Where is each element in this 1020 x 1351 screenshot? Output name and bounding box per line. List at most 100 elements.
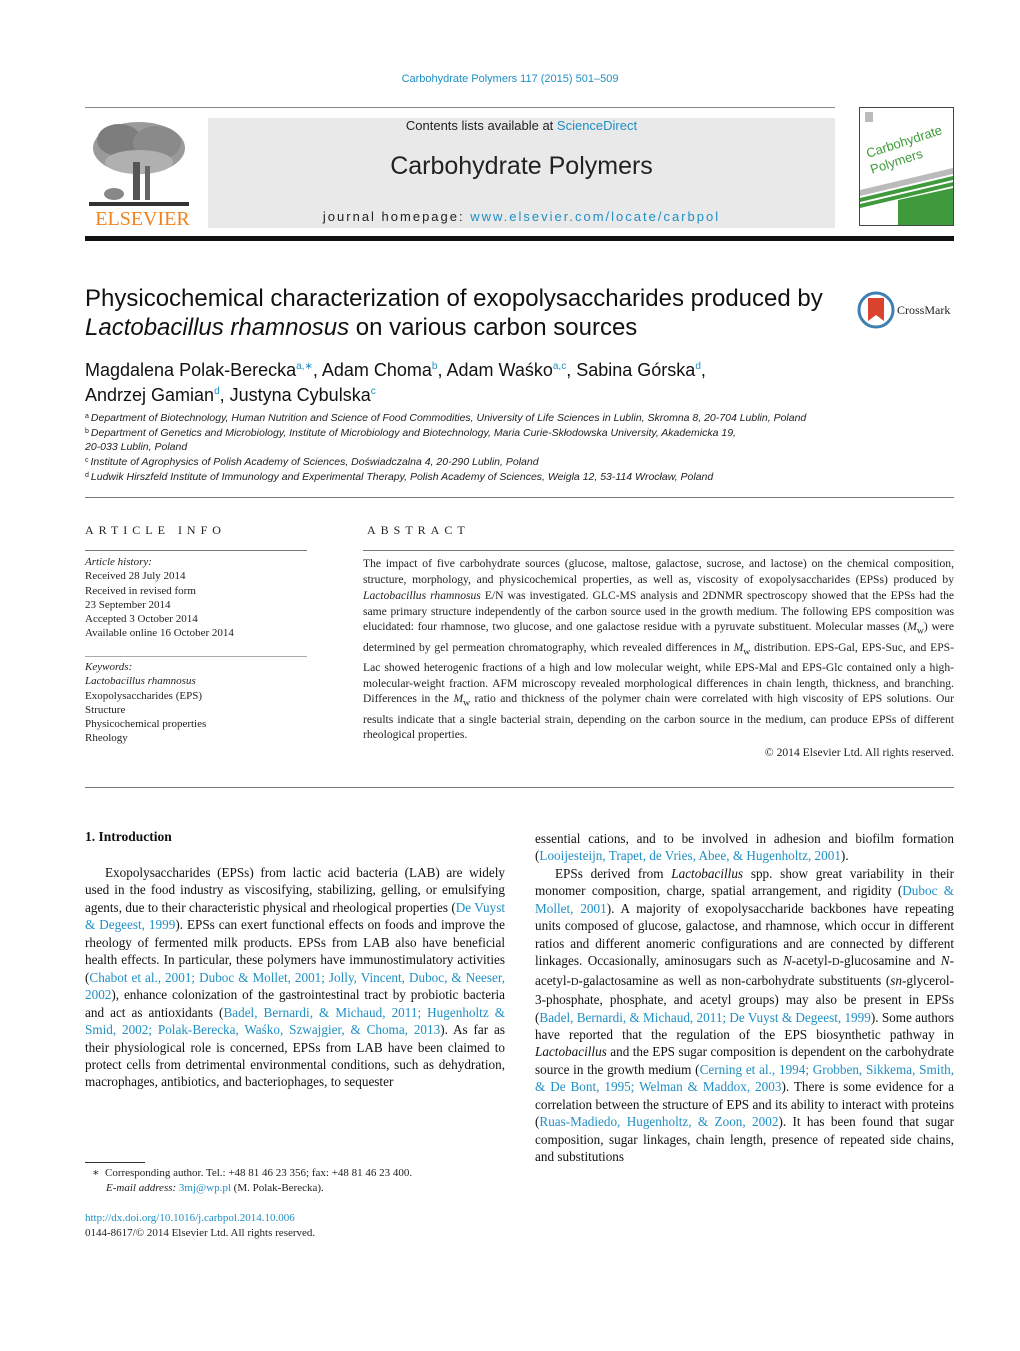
author-name: Justyna Cybulska [229, 385, 371, 405]
history-item: 23 September 2014 [85, 598, 171, 611]
mw-symbol: M [733, 640, 744, 654]
history-item: Accepted 3 October 2014 [85, 613, 198, 626]
author-name: Magdalena Polak-Berecka [85, 360, 297, 380]
title-line1: Physicochemical characterization of exop… [85, 285, 823, 312]
italic-term: Lactobacillus [535, 1044, 607, 1060]
article-title: Physicochemical characterization of exop… [85, 284, 845, 342]
affiliation-text: 20-033 Lublin, Poland [85, 441, 188, 453]
affiliation: b Department of Genetics and Microbiology… [85, 425, 885, 440]
keywords-rule [85, 656, 307, 657]
article-history: Article history: Received 28 July 2014 R… [85, 555, 315, 641]
doi-link[interactable]: http://dx.doi.org/10.1016/j.carbpol.2014… [85, 1212, 295, 1224]
author-separator: , [566, 360, 577, 380]
citation-link[interactable]: Looijesteijn, Trapet, de Vries, Abee, & … [539, 848, 841, 863]
keyword: Physicochemical properties [85, 718, 207, 731]
small-caps: D [832, 957, 840, 969]
author[interactable]: Adam Waśkoa,c [447, 360, 567, 380]
author[interactable]: Justyna Cybulskac [230, 385, 376, 405]
journal-cover-icon: Carbohydrate Polymers [860, 108, 953, 225]
contents-line: Contents lists available at ScienceDirec… [208, 118, 835, 133]
author-list: Magdalena Polak-Bereckaa,∗, Adam Chomab,… [85, 356, 845, 406]
abstract-copyright: © 2014 Elsevier Ltd. All rights reserved… [764, 746, 954, 759]
title-rest: on various carbon sources [349, 314, 638, 341]
issn-copyright: 0144-8617/© 2014 Elsevier Ltd. All right… [85, 1227, 316, 1239]
author-name: Adam Waśko [446, 360, 553, 380]
author-affiliation-marker[interactable]: a,∗ [296, 361, 313, 372]
body-text: EPSs derived from [555, 865, 672, 881]
homepage-link[interactable]: www.elsevier.com/locate/carbpol [470, 209, 720, 224]
author[interactable]: Adam Chomab [322, 360, 438, 380]
affiliation-text: Department of Biotechnology, Human Nutri… [90, 412, 807, 424]
author-affiliation-marker[interactable]: c [371, 386, 376, 397]
sciencedirect-link[interactable]: ScienceDirect [557, 118, 637, 133]
italic-term: Lactobacillus [671, 865, 744, 881]
corresponding-author-footnote: ∗ Corresponding author. Tel.: +48 81 46 … [92, 1166, 512, 1196]
footnote-text: Corresponding author. Tel.: +48 81 46 23… [104, 1167, 413, 1179]
affiliation-key: d [85, 472, 89, 479]
running-header[interactable]: Carbohydrate Polymers 117 (2015) 501–509 [0, 73, 1020, 85]
mw-symbol: M [453, 692, 464, 706]
masthead-thick-rule [85, 236, 954, 241]
keyword: Rheology [85, 732, 128, 745]
affiliation-continued: 20-033 Lublin, Poland [85, 440, 885, 454]
affiliation-key: a [85, 413, 89, 420]
author-affiliation-marker[interactable]: a,c [553, 361, 566, 372]
body-text: ). [840, 848, 849, 864]
paragraph: essential cations, and to be involved in… [535, 830, 954, 865]
footnote-email-line: E-mail address: 3mj@wp.pl (M. Polak-Bere… [92, 1181, 512, 1196]
citation-link[interactable]: Ruas-Madiedo, Hugenholtz, & Zoon, 2002 [539, 1114, 778, 1129]
body-text: Exopolysaccharides (EPSs) from lactic ac… [85, 865, 505, 915]
abstract-text: The impact of five carbohydrate sources … [363, 556, 954, 743]
article-info-rule [85, 550, 307, 551]
journal-title: Carbohydrate Polymers [390, 152, 653, 180]
abstract-heading: ABSTRACT [367, 523, 470, 537]
keywords: Keywords: Lactobacillus rhamnosus Exopol… [85, 660, 315, 746]
italic-term: sn [890, 972, 902, 988]
history-item: Received 28 July 2014 [85, 570, 186, 583]
elsevier-tree-icon [89, 118, 189, 210]
body-column-right: essential cations, and to be involved in… [535, 830, 954, 1166]
email-suffix: (M. Polak-Berecka). [230, 1182, 324, 1194]
affiliation: c Institute of Agrophysics of Polish Acad… [85, 454, 885, 469]
journal-homepage-line: journal homepage: www.elsevier.com/locat… [208, 209, 835, 224]
author-separator: , [312, 360, 322, 380]
paragraph: EPSs derived from Lactobacillus spp. sho… [535, 865, 954, 1166]
affiliation: a Department of Biotechnology, Human Nutr… [85, 410, 885, 425]
body-text: -glucosamine and [839, 953, 941, 969]
author-name: Andrzej Gamian [85, 385, 215, 405]
author-name: Adam Choma [321, 360, 432, 380]
affiliation-list: a Department of Biotechnology, Human Nutr… [85, 410, 885, 484]
masthead-rule [85, 107, 835, 108]
section-divider [85, 497, 954, 498]
footnote-marker: ∗ [92, 1167, 100, 1179]
abstract-span: The impact of five carbohydrate sources … [363, 557, 954, 586]
section-divider [85, 787, 954, 788]
keyword: Structure [85, 703, 126, 716]
author[interactable]: Andrzej Gamiand [85, 385, 220, 405]
email-link[interactable]: 3mj@wp.pl [179, 1182, 231, 1194]
abstract-rule [363, 550, 954, 551]
abstract-species: Lactobacillus rhamnosus [363, 588, 481, 602]
journal-cover-thumbnail[interactable]: Carbohydrate Polymers [859, 107, 954, 226]
body-column-left: Exopolysaccharides (EPSs) from lactic ac… [85, 864, 505, 1091]
citation-link[interactable]: Badel, Bernardi, & Michaud, 2011; De Vuy… [539, 1010, 870, 1025]
mw-symbol: M [907, 620, 917, 634]
author[interactable]: Sabina Górskad [576, 360, 701, 380]
keywords-label: Keywords: [85, 661, 133, 673]
author-separator: , [219, 385, 230, 405]
article-history-label: Article history: [85, 556, 152, 568]
footnote-line: ∗ Corresponding author. Tel.: +48 81 46 … [92, 1166, 512, 1181]
mw-subscript: w [916, 625, 924, 637]
affiliation-key: b [85, 428, 89, 435]
elsevier-logo[interactable]: ELSEVIER [85, 118, 200, 230]
crossmark-label: CrossMark [897, 303, 951, 317]
section-heading-introduction: 1. Introduction [85, 829, 172, 844]
author-name: Sabina Górska [576, 360, 696, 380]
article-info-heading: ARTICLE INFO [85, 523, 226, 537]
contents-prefix: Contents lists available at [405, 118, 557, 133]
crossmark-button[interactable]: CrossMark [857, 291, 957, 331]
elsevier-wordmark: ELSEVIER [95, 208, 190, 230]
masthead-box: Contents lists available at ScienceDirec… [208, 118, 835, 228]
author-separator: , [700, 360, 706, 380]
author[interactable]: Magdalena Polak-Bereckaa,∗ [85, 360, 313, 380]
